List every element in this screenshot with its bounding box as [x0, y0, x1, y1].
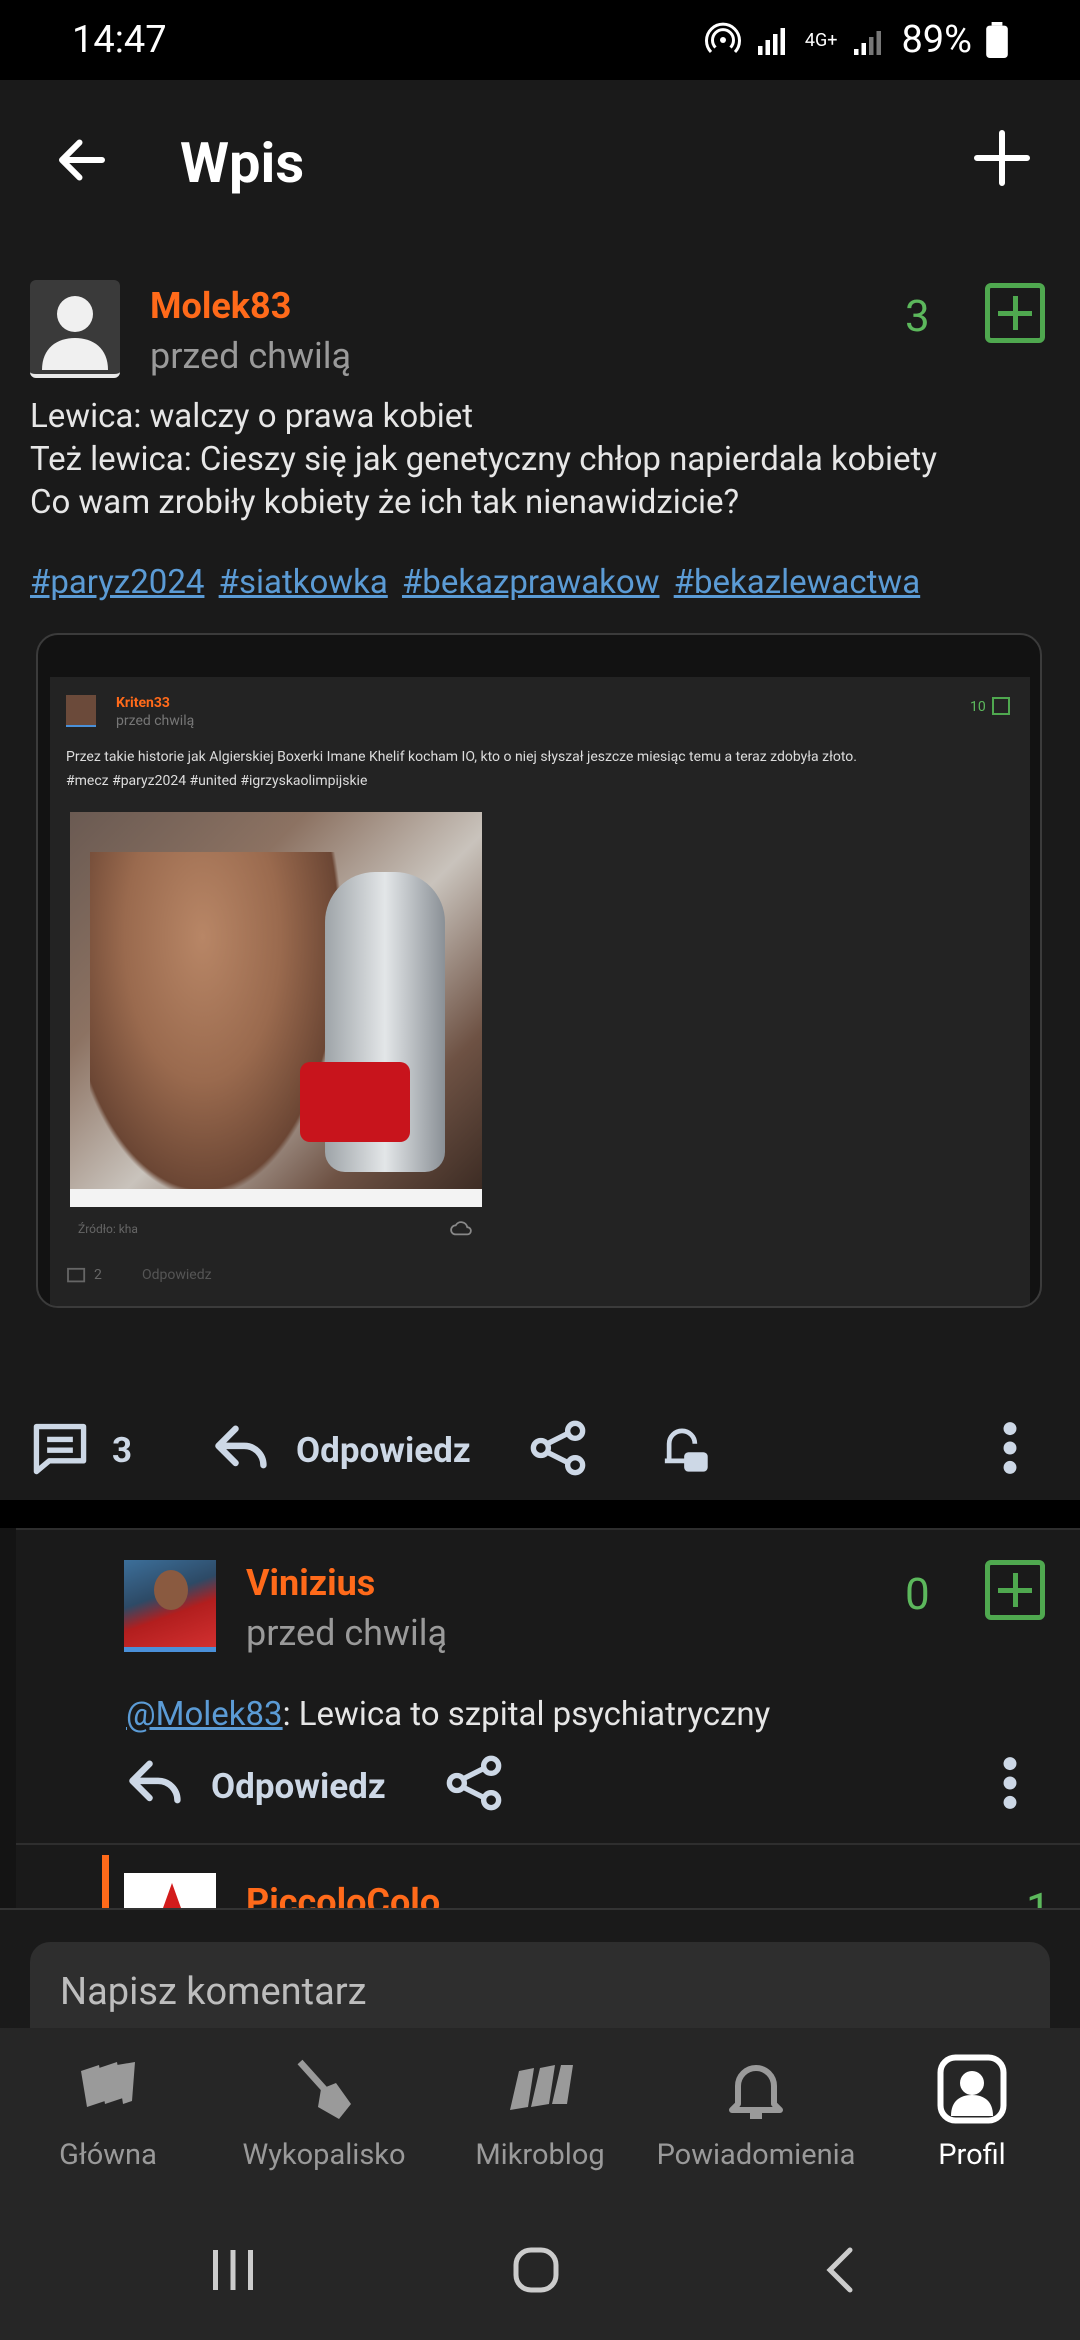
vote-count: 3 [905, 290, 930, 342]
comment-more-icon[interactable] [990, 1755, 1030, 1811]
embed-tags: #mecz #paryz2024 #united #igrzyskaolimpi… [66, 773, 368, 789]
comment-body: @Molek83: Lewica to szpital psychiatrycz… [126, 1695, 770, 1734]
share-icon[interactable] [528, 1420, 588, 1476]
reply-button[interactable]: Odpowiedz [296, 1430, 471, 1471]
back-arrow-icon[interactable] [52, 130, 112, 190]
embed-watermark: Kriten33 z wykop.pl [367, 1192, 472, 1206]
hotspot-icon [704, 22, 741, 54]
bell-icon [729, 2065, 783, 2119]
nav-label: Mikroblog [475, 2138, 605, 2172]
shovel-icon [297, 2059, 351, 2119]
comment-avatar[interactable] [124, 1560, 216, 1652]
system-nav-bar [0, 2195, 1080, 2340]
signal-weak-icon [854, 31, 882, 55]
embed-reply: Odpowiedz [142, 1267, 212, 1283]
tag-link[interactable]: #bekazprawakow [402, 563, 660, 602]
comment-text: : Lewica to szpital psychiatryczny [282, 1695, 771, 1734]
default-avatar-icon [42, 296, 108, 370]
embedded-post-screenshot: Kriten33 przed chwilą 10 Przez takie his… [50, 677, 1030, 1306]
nav-label: Powiadomienia [656, 2138, 856, 2172]
network-type: 4G+ [804, 29, 838, 51]
profile-icon [937, 2054, 1007, 2124]
composer-area: Napisz komentarz [0, 1908, 1080, 2042]
page-title: Wpis [180, 130, 305, 196]
nav-label: Wykopalisko [242, 2138, 406, 2172]
embed-votes: 10 [970, 699, 986, 715]
post-card: Molek83 przed chwilą 3 Lewica: walczy o … [0, 255, 1080, 1500]
author-avatar[interactable] [30, 280, 120, 378]
comment-reply-button[interactable]: Odpowiedz [211, 1766, 386, 1807]
nav-powiadomienia[interactable]: Powiadomienia [648, 2028, 864, 2195]
add-icon[interactable] [972, 128, 1032, 188]
nav-profil[interactable]: Profil [864, 2028, 1080, 2195]
recent-apps-icon[interactable] [203, 2240, 263, 2300]
embed-source: Źródło: kha [78, 1222, 138, 1236]
battery-percent: 89% [901, 18, 972, 62]
back-button-icon[interactable] [810, 2240, 870, 2300]
mikroblog-m-icon [510, 2065, 573, 2110]
author-name[interactable]: Molek83 [150, 285, 291, 327]
post-body: Lewica: walczy o prawa kobiet Też lewica… [30, 395, 1060, 524]
post-line: Też lewica: Cieszy się jak genetyczny ch… [30, 440, 937, 479]
tag-link[interactable]: #paryz2024 [30, 563, 204, 602]
photo-person [90, 852, 340, 1189]
tag-link[interactable]: #siatkowka [219, 563, 388, 602]
embed-avatar [66, 695, 96, 727]
reply-icon[interactable] [212, 1420, 272, 1476]
comment-vote-count: 0 [905, 1568, 930, 1620]
comment-input[interactable]: Napisz komentarz [30, 1942, 1050, 2042]
comment-upvote-button[interactable] [985, 1560, 1045, 1620]
post-time: przed chwilą [150, 335, 352, 377]
embed-comment-count: 2 [94, 1267, 102, 1283]
status-time: 14:47 [72, 18, 167, 62]
comment-reply-icon[interactable] [126, 1755, 186, 1811]
nav-label: Główna [59, 2138, 157, 2172]
status-bar: 14:47 4G+ 89% [0, 0, 1080, 80]
post-line: Lewica: walczy o prawa kobiet [30, 397, 474, 436]
tag-link[interactable]: #bekazlewactwa [674, 563, 921, 602]
post-actions: 3 Odpowiedz [0, 1400, 1080, 1490]
embed-photo: Kriten33 z wykop.pl [70, 812, 482, 1207]
embed-download-icon [450, 1221, 472, 1236]
app-bar: Wpis [0, 80, 1080, 255]
section-separator [0, 1500, 1080, 1528]
embed-plus-icon [992, 697, 1010, 715]
comment-icon[interactable] [30, 1420, 90, 1476]
bottom-nav: Główna Wykopalisko Mikroblog Powiadomien… [0, 2028, 1080, 2195]
embed-time: przed chwilą [116, 713, 195, 729]
home-button-icon[interactable] [506, 2240, 566, 2300]
more-vertical-icon[interactable] [990, 1420, 1030, 1476]
home-w-icon [81, 2062, 135, 2107]
embed-comment-icon [67, 1267, 86, 1283]
embedded-image[interactable]: Kriten33 przed chwilą 10 Przez takie his… [36, 633, 1042, 1308]
status-icons: 4G+ 89% [704, 18, 1008, 62]
embed-author: Kriten33 [116, 695, 170, 711]
comment-share-icon[interactable] [444, 1755, 504, 1811]
nav-mikroblog[interactable]: Mikroblog [432, 2028, 648, 2195]
comment-author[interactable]: Vinizius [246, 1562, 375, 1604]
embed-text: Przez takie historie jak Algierskiej Box… [66, 749, 857, 765]
battery-icon [986, 22, 1008, 58]
nav-glowna[interactable]: Główna [0, 2028, 216, 2195]
nav-wykopalisko[interactable]: Wykopalisko [216, 2028, 432, 2195]
mention-link[interactable]: @Molek83 [126, 1695, 283, 1734]
post-line: Co wam zrobiły kobiety że ich tak nienaw… [30, 483, 740, 522]
comment-card: Vinizius przed chwilą 0 @Molek83: Lewica… [16, 1528, 1080, 1843]
upvote-button[interactable] [985, 283, 1045, 343]
nav-label: Profil [938, 2138, 1006, 2172]
comment-time: przed chwilą [246, 1612, 448, 1654]
observe-bell-icon[interactable] [652, 1420, 712, 1476]
tag-list: #paryz2024 #siatkowka #bekazprawakow #be… [30, 563, 926, 602]
signal-icon [757, 28, 785, 55]
comment-count: 3 [112, 1430, 133, 1471]
photo-scarf [300, 1062, 410, 1142]
